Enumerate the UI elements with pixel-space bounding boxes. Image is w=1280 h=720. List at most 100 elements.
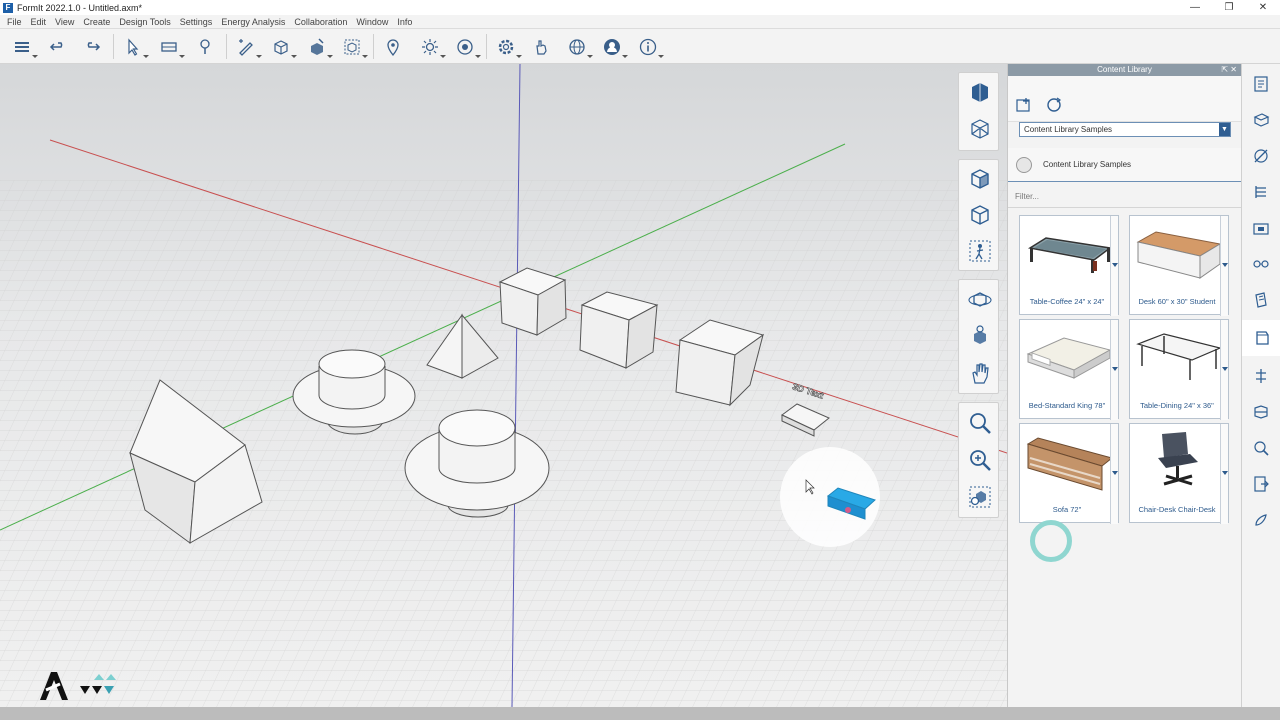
- menu-create[interactable]: Create: [83, 17, 110, 27]
- undo-icon[interactable]: [47, 36, 69, 58]
- status-bar: [0, 707, 1280, 720]
- sketch-props-icon[interactable]: [1251, 146, 1271, 166]
- render-icon[interactable]: [454, 36, 481, 58]
- materials-icon[interactable]: [1251, 110, 1271, 130]
- chevron-down-icon: [1222, 263, 1228, 267]
- cube-edit-icon[interactable]: [306, 36, 333, 58]
- hand-icon[interactable]: [530, 36, 552, 58]
- properties-icon[interactable]: [1251, 74, 1271, 94]
- menu-collaboration[interactable]: Collaboration: [294, 17, 347, 27]
- card-label: Table-Coffee 24" x 24": [1029, 297, 1105, 306]
- library-card[interactable]: Bed-Standard King 78": [1019, 319, 1119, 420]
- zoom-in-icon[interactable]: [965, 445, 995, 475]
- sun-icon[interactable]: [419, 36, 446, 58]
- view-group-2: [958, 159, 999, 271]
- view-group-4: [958, 402, 999, 518]
- menu-edit[interactable]: Edit: [31, 17, 47, 27]
- group-icon[interactable]: [158, 36, 185, 58]
- autodesk-logo: [40, 672, 116, 700]
- cube-add-icon[interactable]: [270, 36, 297, 58]
- view-cube-icon[interactable]: [965, 78, 995, 108]
- user-icon[interactable]: [601, 36, 628, 58]
- card-label: Table-Dining 24" x 36": [1140, 401, 1214, 410]
- front-view-icon[interactable]: [965, 164, 995, 194]
- library-item-name: Content Library Samples: [1043, 160, 1132, 169]
- info-icon[interactable]: [637, 36, 664, 58]
- menu-window[interactable]: Window: [356, 17, 388, 27]
- minimize-button[interactable]: —: [1178, 0, 1212, 15]
- menu-info[interactable]: Info: [397, 17, 412, 27]
- library-item[interactable]: Content Library Samples: [1008, 148, 1242, 182]
- zoom-icon[interactable]: [965, 408, 995, 438]
- dynamo-icon[interactable]: [1251, 402, 1271, 422]
- select-icon[interactable]: [122, 36, 149, 58]
- layers-icon[interactable]: [11, 36, 38, 58]
- card-label: Bed-Standard King 78": [1028, 401, 1106, 410]
- perspective-icon[interactable]: [965, 114, 995, 144]
- filter-input[interactable]: Filter...: [1015, 192, 1039, 201]
- refresh-icon[interactable]: [1045, 96, 1063, 114]
- redo-icon[interactable]: [81, 36, 103, 58]
- library-card[interactable]: Chair-Desk Chair-Desk: [1129, 423, 1229, 524]
- visual-styles-icon[interactable]: [1251, 290, 1271, 310]
- menu-energy-analysis[interactable]: Energy Analysis: [221, 17, 285, 27]
- content-library-icon[interactable]: [1242, 320, 1280, 356]
- library-card[interactable]: Table-Coffee 24" x 24": [1019, 215, 1119, 316]
- menu-file[interactable]: File: [7, 17, 22, 27]
- globe-icon[interactable]: [566, 36, 593, 58]
- close-button[interactable]: ✕: [1246, 0, 1280, 15]
- maximize-button[interactable]: ❐: [1212, 0, 1246, 15]
- library-icon: [1016, 156, 1032, 173]
- settings-icon[interactable]: [495, 36, 522, 58]
- library-card[interactable]: Table-Dining 24" x 36": [1129, 319, 1229, 420]
- card-dropdown[interactable]: [1220, 320, 1228, 420]
- look-around-icon[interactable]: [965, 321, 995, 351]
- orbit-icon[interactable]: [965, 285, 995, 315]
- add-library-icon[interactable]: [1015, 96, 1033, 114]
- table-coffee-thumbnail: [1027, 237, 1112, 273]
- library-card[interactable]: Sofa 72": [1019, 423, 1119, 524]
- toolbar-separator: [486, 34, 487, 59]
- card-dropdown[interactable]: [1220, 424, 1228, 524]
- toolbar-separator: [373, 34, 374, 59]
- scene-canvas[interactable]: 3D Text: [0, 64, 1007, 707]
- placing-component-highlight[interactable]: [780, 447, 880, 547]
- pin-icon[interactable]: [382, 36, 404, 58]
- paint-icon[interactable]: [1251, 510, 1271, 530]
- 3d-viewport[interactable]: 3D Text: [0, 64, 1007, 707]
- menu-settings[interactable]: Settings: [180, 17, 213, 27]
- paint-icon[interactable]: [194, 36, 216, 58]
- chevron-down-icon: [1112, 263, 1118, 267]
- cube-select-icon[interactable]: [341, 36, 368, 58]
- chevron-down-icon: [1222, 471, 1228, 475]
- iso-view-icon[interactable]: [965, 200, 995, 230]
- analysis-icon[interactable]: [1251, 438, 1271, 458]
- scenes-icon[interactable]: [1251, 218, 1271, 238]
- card-dropdown[interactable]: [1110, 320, 1118, 420]
- zoom-extents-icon[interactable]: [965, 482, 995, 512]
- window-controls: — ❐ ✕: [1178, 0, 1280, 15]
- loading-spinner: [1030, 520, 1072, 562]
- pan-icon[interactable]: [965, 358, 995, 388]
- chair-thumbnail: [1158, 432, 1198, 486]
- toolbar-separator: [226, 34, 227, 59]
- chevron-down-icon[interactable]: ▼: [1219, 123, 1230, 136]
- sketch-icon[interactable]: [235, 36, 262, 58]
- chevron-down-icon: [1112, 367, 1118, 371]
- library-dropdown[interactable]: Content Library Samples ▼: [1019, 122, 1231, 137]
- walk-icon[interactable]: [965, 236, 995, 266]
- library-card[interactable]: Desk 60" x 30" Student: [1129, 215, 1229, 316]
- menu-design-tools[interactable]: Design Tools: [119, 17, 170, 27]
- menu-view[interactable]: View: [55, 17, 74, 27]
- chevron-down-icon: [1112, 471, 1118, 475]
- card-dropdown[interactable]: [1110, 216, 1118, 316]
- groups-icon[interactable]: [1251, 254, 1271, 274]
- panel-header: Content Library ⇱ ✕: [1008, 64, 1241, 76]
- card-dropdown[interactable]: [1220, 216, 1228, 316]
- panel-title: Content Library: [1097, 65, 1152, 74]
- levels-icon[interactable]: [1251, 182, 1271, 202]
- plugins-icon[interactable]: [1251, 366, 1271, 386]
- card-dropdown[interactable]: [1110, 424, 1118, 524]
- export-icon[interactable]: [1251, 474, 1271, 494]
- panel-header-buttons[interactable]: ⇱ ✕: [1221, 64, 1237, 76]
